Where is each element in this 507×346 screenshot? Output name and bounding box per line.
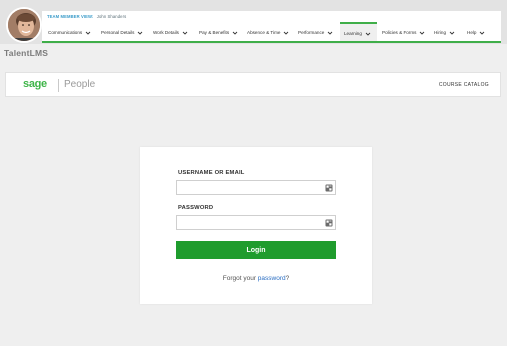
nav-item-performance[interactable]: Performance — [298, 22, 333, 43]
team-member-view: TEAM MEMBER VIEW: John Shanders — [47, 14, 126, 19]
logo-divider — [58, 79, 59, 92]
nav-item-label: Pay & Benefits — [199, 30, 230, 35]
username-input[interactable] — [176, 180, 336, 195]
password-label: PASSWORD — [178, 205, 214, 211]
site-title: TalentLMS — [4, 48, 49, 58]
chevron-down-icon — [449, 31, 455, 35]
nav-item-work-details[interactable]: Work Details — [153, 22, 188, 43]
password-input[interactable] — [176, 215, 336, 230]
product-name: People — [64, 79, 96, 90]
password-manager-key-icon[interactable] — [325, 184, 333, 192]
chevron-down-icon — [284, 31, 289, 35]
nav-item-label: Work Details — [153, 30, 179, 35]
chevron-down-icon — [138, 31, 143, 35]
nav-item-label: Personal Details — [101, 30, 135, 35]
nav-item-absence-time[interactable]: Absence & Time — [247, 22, 289, 43]
nav-item-policies-forms[interactable]: Policies & Forms — [382, 22, 425, 43]
nav-item-learning[interactable]: Learning — [340, 22, 377, 43]
login-button[interactable]: Login — [176, 241, 336, 259]
password-manager-key-icon[interactable] — [325, 219, 333, 227]
chevron-down-icon — [182, 31, 188, 35]
member-name[interactable]: John Shanders — [97, 14, 126, 19]
nav-item-label: Performance — [298, 30, 325, 35]
chevron-down-icon — [85, 31, 91, 35]
chevron-down-icon — [232, 31, 238, 35]
chevron-down-icon — [480, 31, 485, 35]
nav-item-label: Hiring — [434, 30, 446, 35]
forgot-prefix: Forgot your — [222, 275, 258, 282]
member-view-label: TEAM MEMBER VIEW: — [47, 14, 94, 19]
page: TEAM MEMBER VIEW: John Shanders Communic… — [0, 0, 507, 346]
nav-item-label: Help — [467, 30, 477, 35]
nav-panel: TEAM MEMBER VIEW: John Shanders Communic… — [42, 11, 501, 43]
chevron-down-icon — [365, 32, 371, 36]
nav-item-label: Absence & Time — [247, 30, 281, 35]
top-header: TEAM MEMBER VIEW: John Shanders Communic… — [0, 0, 507, 44]
chevron-down-icon — [420, 31, 425, 35]
chevron-down-icon — [327, 31, 333, 35]
sage-logo[interactable]: sage — [23, 78, 47, 90]
avatar-photo — [8, 9, 40, 41]
username-label: USERNAME OR EMAIL — [178, 170, 245, 176]
nav-item-communications[interactable]: Communications — [48, 22, 91, 43]
avatar[interactable] — [6, 7, 42, 43]
forgot-password-link[interactable]: password — [258, 275, 286, 282]
nav-item-hiring[interactable]: Hiring — [434, 22, 455, 43]
forgot-suffix: ? — [285, 275, 290, 282]
nav-item-pay-benefits[interactable]: Pay & Benefits — [199, 22, 238, 43]
nav-item-label: Communications — [48, 30, 83, 35]
nav-item-label: Learning — [344, 31, 362, 36]
nav-underline — [42, 41, 501, 43]
nav-item-personal-details[interactable]: Personal Details — [101, 22, 143, 43]
nav-item-label: Policies & Forms — [382, 30, 417, 35]
course-catalog-link[interactable]: COURSE CATALOG — [439, 82, 489, 88]
login-card: USERNAME OR EMAIL PASSWORD Login Forgot … — [140, 147, 372, 304]
brand-bar: sage People COURSE CATALOG — [5, 72, 501, 97]
forgot-password-line: Forgot your password? — [140, 275, 372, 282]
nav-item-help[interactable]: Help — [467, 22, 485, 43]
main-nav: Communications Personal Details Work Det… — [42, 22, 501, 43]
